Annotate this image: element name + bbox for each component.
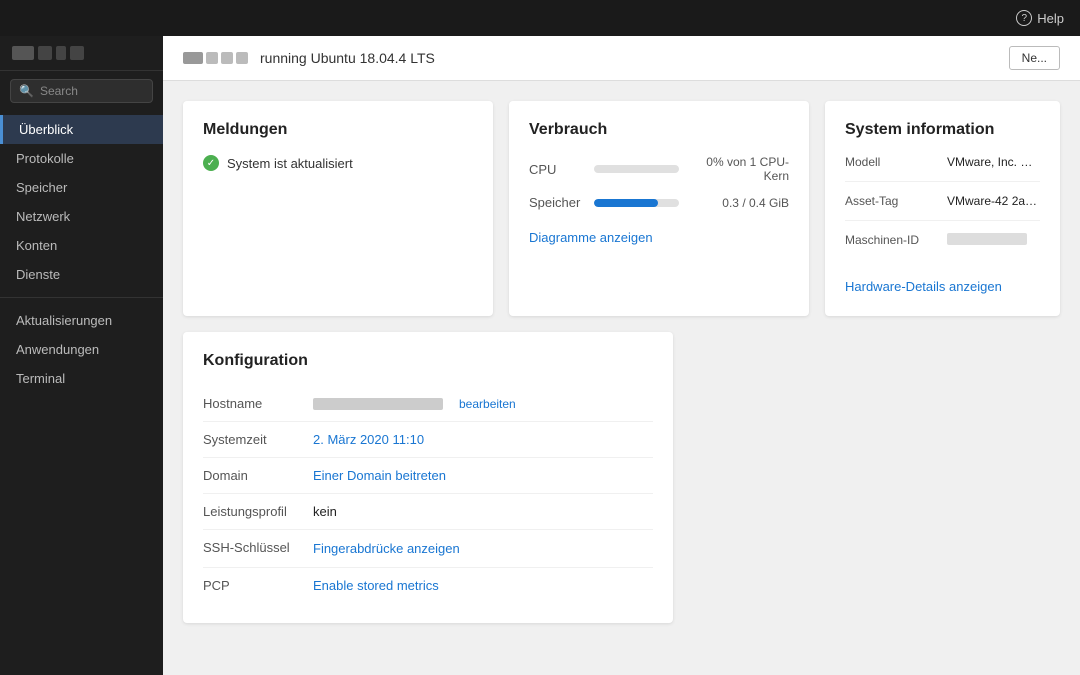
hostname-key: Hostname <box>203 396 303 411</box>
speicher-label: Speicher <box>529 195 584 210</box>
sidebar: 🔍 Überblick Protokolle Speicher Netzwerk… <box>0 36 163 675</box>
pcp-row: PCP Enable stored metrics <box>203 568 653 603</box>
asset-row: Asset-Tag VMware-42 2a 28 be 0a de 5c...… <box>845 194 1040 221</box>
leistung-val: kein <box>313 504 337 519</box>
domain-row: Domain Einer Domain beitreten <box>203 458 653 494</box>
konfiguration-card: Konfiguration Hostname bearbeiten System… <box>183 332 673 623</box>
ssh-key: SSH-Schlüssel <box>203 540 303 557</box>
vmh-block-2 <box>206 52 218 64</box>
meldungen-status-text: System ist aktualisiert <box>227 156 353 171</box>
maschinen-key: Maschinen-ID <box>845 233 935 247</box>
sidebar-item-terminal[interactable]: Terminal <box>0 364 163 393</box>
system-info-card: System information Modell VMware, Inc. V… <box>825 101 1060 316</box>
maschinen-val-blurred <box>947 233 1027 245</box>
sidebar-item-updates[interactable]: Aktualisierungen <box>0 306 163 335</box>
speicher-progress-fill <box>594 199 658 207</box>
hostname-edit-link[interactable]: bearbeiten <box>459 397 516 411</box>
speicher-progress-bg <box>594 199 679 207</box>
top-cards-row: Meldungen ✓ System ist aktualisiert Verb… <box>183 101 1060 316</box>
vm-status-text: running Ubuntu 18.04.4 LTS <box>260 50 435 66</box>
search-icon: 🔍 <box>19 84 34 98</box>
vm-header: running Ubuntu 18.04.4 LTS Ne... <box>163 36 1080 81</box>
vmh-block-3 <box>221 52 233 64</box>
modell-val: VMware, Inc. VMware Virtual P... <box>947 155 1040 169</box>
sidebar-vm-icon <box>0 36 163 71</box>
domain-val[interactable]: Einer Domain beitreten <box>313 468 446 483</box>
speicher-value: 0.3 / 0.4 GiB <box>689 196 789 210</box>
modell-key: Modell <box>845 155 935 169</box>
meldungen-status-row: ✓ System ist aktualisiert <box>203 155 473 171</box>
hostname-row: Hostname bearbeiten <box>203 386 653 422</box>
sidebar-item-storage[interactable]: Speicher <box>0 173 163 202</box>
diagramme-link[interactable]: Diagramme anzeigen <box>529 230 653 245</box>
verbrauch-title: Verbrauch <box>529 121 789 139</box>
topbar: ? Help <box>0 0 1080 36</box>
help-button[interactable]: ? Help <box>1016 10 1064 26</box>
ssh-val[interactable]: Fingerabdrücke anzeigen <box>313 541 460 556</box>
meldungen-card: Meldungen ✓ System ist aktualisiert <box>183 101 493 316</box>
leistung-key: Leistungsprofil <box>203 504 303 519</box>
search-input[interactable] <box>40 84 144 98</box>
nav-primary-group: Überblick Protokolle Speicher Netzwerk K… <box>0 111 163 293</box>
cpu-progress-bg <box>594 165 679 173</box>
sidebar-item-services[interactable]: Dienste <box>0 260 163 289</box>
domain-key: Domain <box>203 468 303 483</box>
status-ok-icon: ✓ <box>203 155 219 171</box>
sidebar-item-network[interactable]: Netzwerk <box>0 202 163 231</box>
vm-block-1 <box>12 46 34 60</box>
ssh-row: SSH-Schlüssel Fingerabdrücke anzeigen <box>203 530 653 568</box>
cpu-usage-row: CPU 0% von 1 CPU-Kern <box>529 155 789 183</box>
vmh-block-4 <box>236 52 248 64</box>
pcp-key: PCP <box>203 578 303 593</box>
vm-action-button[interactable]: Ne... <box>1009 46 1060 70</box>
verbrauch-card: Verbrauch CPU 0% von 1 CPU-Kern Speicher <box>509 101 809 316</box>
help-icon: ? <box>1016 10 1032 26</box>
vmh-block-1 <box>183 52 203 64</box>
help-label: Help <box>1037 11 1064 26</box>
asset-key: Asset-Tag <box>845 194 935 208</box>
cpu-value: 0% von 1 CPU-Kern <box>689 155 789 183</box>
main-content: Meldungen ✓ System ist aktualisiert Verb… <box>163 81 1080 675</box>
vm-block-4 <box>70 46 84 60</box>
content-area: running Ubuntu 18.04.4 LTS Ne... Meldung… <box>163 36 1080 675</box>
pcp-val[interactable]: Enable stored metrics <box>313 578 439 593</box>
modell-row: Modell VMware, Inc. VMware Virtual P... <box>845 155 1040 182</box>
sidebar-item-applications[interactable]: Anwendungen <box>0 335 163 364</box>
asset-val: VMware-42 2a 28 be 0a de 5c... cf 40 49 … <box>947 194 1040 208</box>
hostname-val-blurred <box>313 398 443 410</box>
cpu-label: CPU <box>529 162 584 177</box>
vm-block-2 <box>38 46 52 60</box>
systemzeit-row: Systemzeit 2. März 2020 11:10 <box>203 422 653 458</box>
meldungen-title: Meldungen <box>203 121 473 139</box>
system-info-title: System information <box>845 121 1040 139</box>
sidebar-item-overview[interactable]: Überblick <box>0 115 163 144</box>
main-layout: 🔍 Überblick Protokolle Speicher Netzwerk… <box>0 36 1080 675</box>
systemzeit-val[interactable]: 2. März 2020 11:10 <box>313 432 424 447</box>
konfiguration-title: Konfiguration <box>203 352 653 370</box>
sidebar-item-protocols[interactable]: Protokolle <box>0 144 163 173</box>
vm-icon-blocks <box>183 52 248 64</box>
nav-secondary-group: Aktualisierungen Anwendungen Terminal <box>0 302 163 397</box>
vm-header-actions: Ne... <box>1009 46 1060 70</box>
speicher-usage-row: Speicher 0.3 / 0.4 GiB <box>529 195 789 210</box>
sidebar-item-accounts[interactable]: Konten <box>0 231 163 260</box>
nav-divider <box>0 297 163 298</box>
systemzeit-key: Systemzeit <box>203 432 303 447</box>
vm-block-3 <box>56 46 66 60</box>
hardware-details-link[interactable]: Hardware-Details anzeigen <box>845 279 1002 294</box>
search-box: 🔍 <box>10 79 153 103</box>
maschinen-row: Maschinen-ID <box>845 233 1040 259</box>
leistung-row: Leistungsprofil kein <box>203 494 653 530</box>
